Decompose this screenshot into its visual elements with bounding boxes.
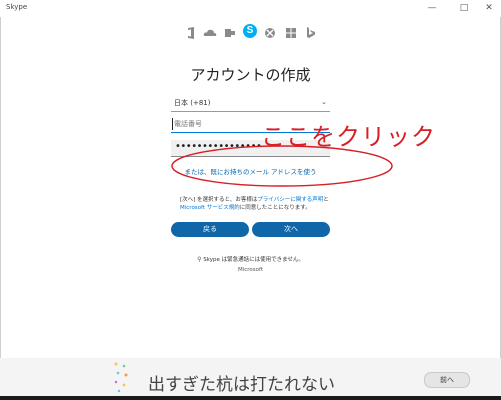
close-button[interactable]: ✕ bbox=[478, 1, 500, 15]
service-terms-link[interactable]: Microsoft サービス規約 bbox=[180, 205, 240, 211]
no-phone-icon: ⚲ bbox=[197, 256, 202, 263]
annotation-ellipse bbox=[171, 145, 393, 187]
onedrive-icon bbox=[203, 29, 217, 36]
proverb-caption: 出すぎた杭は打たれない bbox=[148, 375, 335, 395]
title-bar: Skype — □ ✕ bbox=[0, 0, 501, 17]
privacy-link[interactable]: プライバシーに関する声明 bbox=[257, 197, 323, 203]
window-title: Skype bbox=[6, 3, 28, 11]
maximize-button[interactable]: □ bbox=[453, 1, 475, 15]
emergency-note-text: Skype は緊急通話には使用できません。 bbox=[203, 257, 304, 263]
page-title: アカウントの作成 bbox=[190, 66, 311, 84]
sparkle-icon bbox=[114, 362, 128, 393]
microsoft-label: Microsoft bbox=[237, 267, 264, 273]
nav-button[interactable]: 前へ bbox=[424, 372, 470, 388]
taskbar bbox=[0, 396, 501, 400]
phone-placeholder: 電話番号 bbox=[174, 120, 202, 128]
emergency-note: ⚲ Skype は緊急通話には使用できません。 bbox=[0, 255, 501, 263]
office-icon bbox=[188, 27, 194, 39]
text-cursor bbox=[172, 118, 173, 130]
terms-text-2: と bbox=[323, 197, 329, 203]
back-button[interactable]: 戻る bbox=[171, 222, 249, 237]
country-select[interactable]: 日本 (+81) ⌄ bbox=[171, 95, 330, 112]
terms-text-3: に同意したことになります。 bbox=[239, 205, 311, 211]
next-button[interactable]: 次へ bbox=[252, 222, 330, 237]
minimize-button[interactable]: — bbox=[421, 1, 443, 15]
bing-icon bbox=[307, 27, 315, 38]
terms-text: [次へ] を選択すると、お客様はプライバシーに関する声明と Microsoft … bbox=[180, 196, 330, 212]
chevron-down-icon: ⌄ bbox=[321, 98, 327, 106]
terms-text-1: [次へ] を選択すると、お客様は bbox=[180, 197, 258, 203]
outlook-icon bbox=[225, 29, 235, 37]
xbox-icon bbox=[265, 28, 275, 38]
skype-icon: S bbox=[243, 24, 257, 38]
windows-icon bbox=[286, 28, 296, 38]
country-value: 日本 (+81) bbox=[174, 99, 211, 107]
